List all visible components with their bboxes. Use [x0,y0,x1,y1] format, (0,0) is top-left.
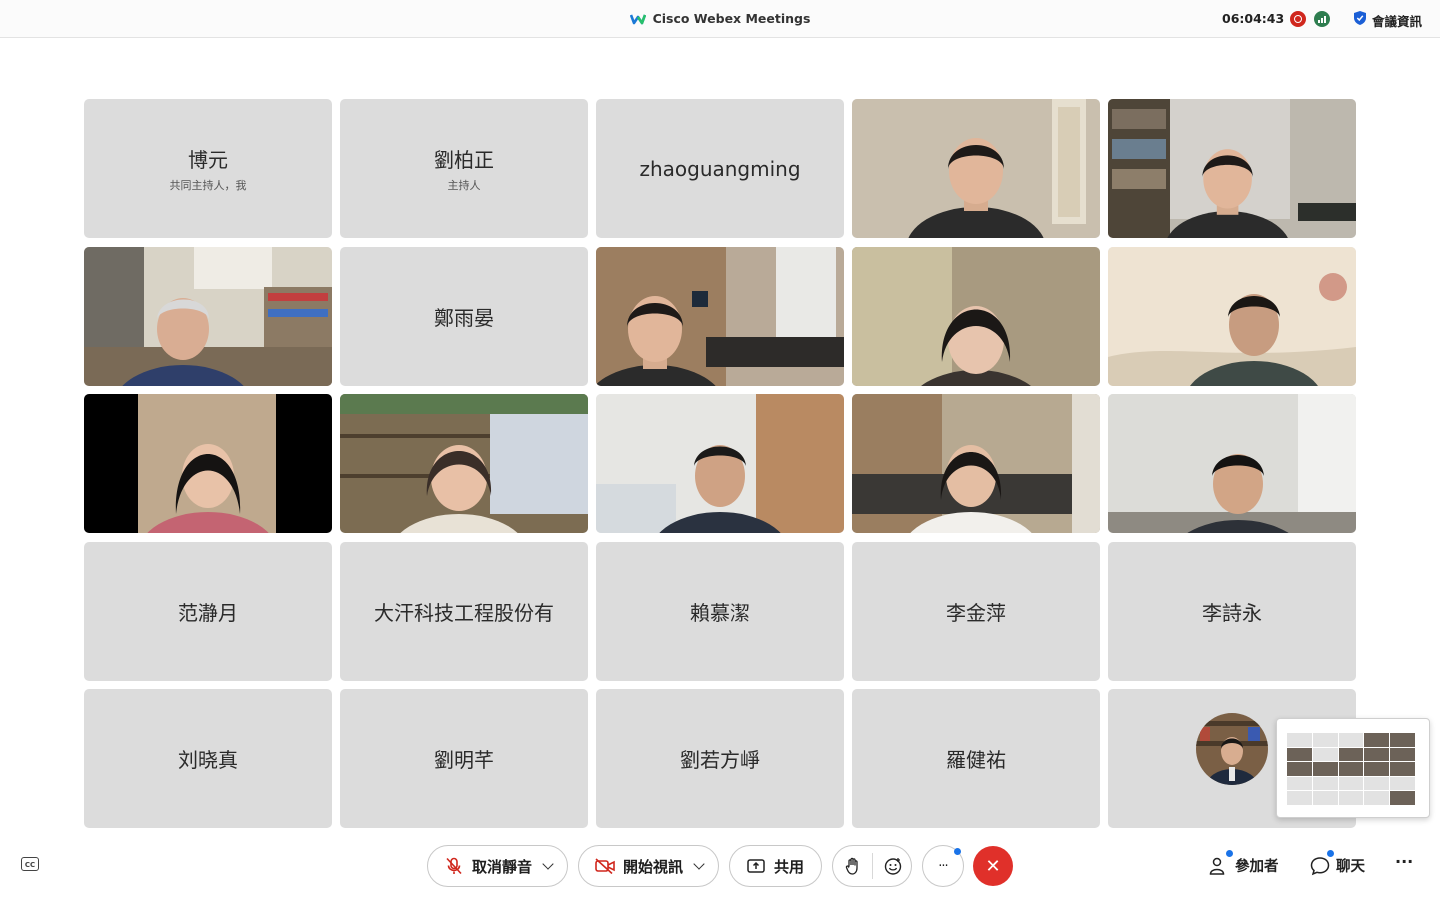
participant-video-tile[interactable] [596,246,844,386]
participant-name: 刘晓真 [178,748,238,772]
chevron-down-icon[interactable] [693,858,705,870]
participant-video-tile[interactable] [852,394,1100,533]
share-label: 共用 [774,857,805,876]
participant-name: 鄭雨晏 [434,305,494,330]
participant-tile[interactable]: 李金萍 [852,541,1100,681]
participant-tile[interactable]: 大汗科技工程股份有 [340,541,588,681]
participant-video [596,394,844,533]
meeting-info-button[interactable]: 會議資訊 [1372,11,1422,30]
end-call-button[interactable]: ✕ [973,846,1013,886]
emoji-reaction-icon[interactable] [884,857,902,875]
participant-name: 賴慕潔 [690,600,750,625]
start-video-label: 開始視訊 [623,857,684,876]
participant-role: 主持人 [447,179,481,192]
participant-tile[interactable]: 范瀞月 [84,541,332,681]
title-bar: Cisco Webex Meetings 06:04:43 會議資訊 [0,0,1440,38]
participant-video [84,394,332,533]
participant-tile[interactable]: 劉柏正 主持人 [340,99,588,238]
participant-tile[interactable]: zhaoguangming [596,99,844,238]
meeting-clock: 06:04:43 [1222,11,1285,26]
overflow-menu-button[interactable]: ··· [1395,852,1413,871]
participant-video-tile[interactable] [1108,99,1356,238]
closed-captions-icon[interactable]: CC [21,857,39,871]
participant-tile[interactable]: 羅健祐 [852,689,1100,828]
chat-button[interactable]: 聊天 [1310,855,1365,876]
participants-label: 參加者 [1235,859,1279,875]
participant-video-tile[interactable] [596,394,844,533]
participant-name: 劉柏正 [434,148,494,172]
participant-name: 李詩永 [1202,600,1262,625]
camera-off-icon [595,858,615,874]
notification-dot [1327,850,1334,857]
participant-video [1108,99,1356,238]
recording-icon[interactable] [1290,11,1306,27]
participant-name: 范瀞月 [178,600,238,625]
unmute-button[interactable]: 取消靜音 [427,845,568,887]
notification-dot [954,848,961,855]
chevron-down-icon[interactable] [542,858,554,870]
participant-tile[interactable]: 劉明芊 [340,689,588,828]
participant-video [1108,394,1356,533]
participants-button[interactable]: 參加者 [1209,855,1279,876]
shield-icon[interactable] [1354,11,1366,25]
more-options-label: ··· [938,858,948,874]
participant-video-tile[interactable] [852,246,1100,386]
close-icon: ✕ [985,855,1001,877]
share-button[interactable]: 共用 [729,845,822,887]
participant-video [852,394,1100,533]
start-video-button[interactable]: 開始視訊 [578,845,719,887]
participant-video [852,99,1100,238]
participant-name: 劉若方崢 [680,748,760,772]
participant-video [1108,246,1356,386]
chat-icon [1310,856,1330,875]
overflow-menu-label: ··· [1395,852,1414,871]
self-view-thumbnail [1287,733,1415,805]
participant-tile[interactable]: 刘晓真 [84,689,332,828]
participant-tile[interactable]: 李詩永 [1108,541,1356,681]
participant-video [340,394,588,533]
participant-tile[interactable]: 博元 共同主持人，我 [84,99,332,238]
chat-label: 聊天 [1336,859,1365,875]
participant-tile[interactable]: 劉若方崢 [596,689,844,828]
participant-name: 李金萍 [946,600,1006,625]
notification-dot [1226,850,1233,857]
participant-name: 羅健祐 [946,748,1006,772]
unmute-label: 取消靜音 [472,857,533,876]
participant-video-tile[interactable] [852,99,1100,238]
participant-role: 共同主持人，我 [169,179,247,192]
participant-video [852,246,1100,386]
webex-logo-icon [629,14,646,24]
participant-tile[interactable]: 鄭雨晏 [340,246,588,386]
participant-video-tile[interactable] [1108,246,1356,386]
participant-name: 劉明芊 [434,748,494,772]
reactions-group [832,845,912,887]
participant-name: 大汗科技工程股份有 [374,600,554,625]
participant-video [596,246,844,386]
participant-name: zhaoguangming [639,156,801,181]
participant-name: 博元 [188,148,228,172]
participant-video-tile[interactable] [340,394,588,533]
window-title: Cisco Webex Meetings [652,11,811,26]
raise-hand-icon[interactable] [845,857,861,875]
share-screen-icon [747,859,765,873]
divider [872,853,873,879]
network-stats-icon[interactable] [1314,11,1330,27]
participant-video-tile[interactable] [1108,394,1356,533]
participant-video-tile[interactable] [84,394,332,533]
participant-video [84,246,332,386]
participant-tile[interactable]: 賴慕潔 [596,541,844,681]
participant-video-tile[interactable] [84,246,332,386]
participant-grid: 博元 共同主持人，我 劉柏正 主持人 zhaoguangming 鄭雨晏 范瀞月… [84,99,1356,828]
participants-icon [1209,857,1225,875]
self-view-window[interactable] [1276,718,1430,818]
microphone-muted-icon [446,857,462,875]
participant-avatar [1196,713,1268,785]
